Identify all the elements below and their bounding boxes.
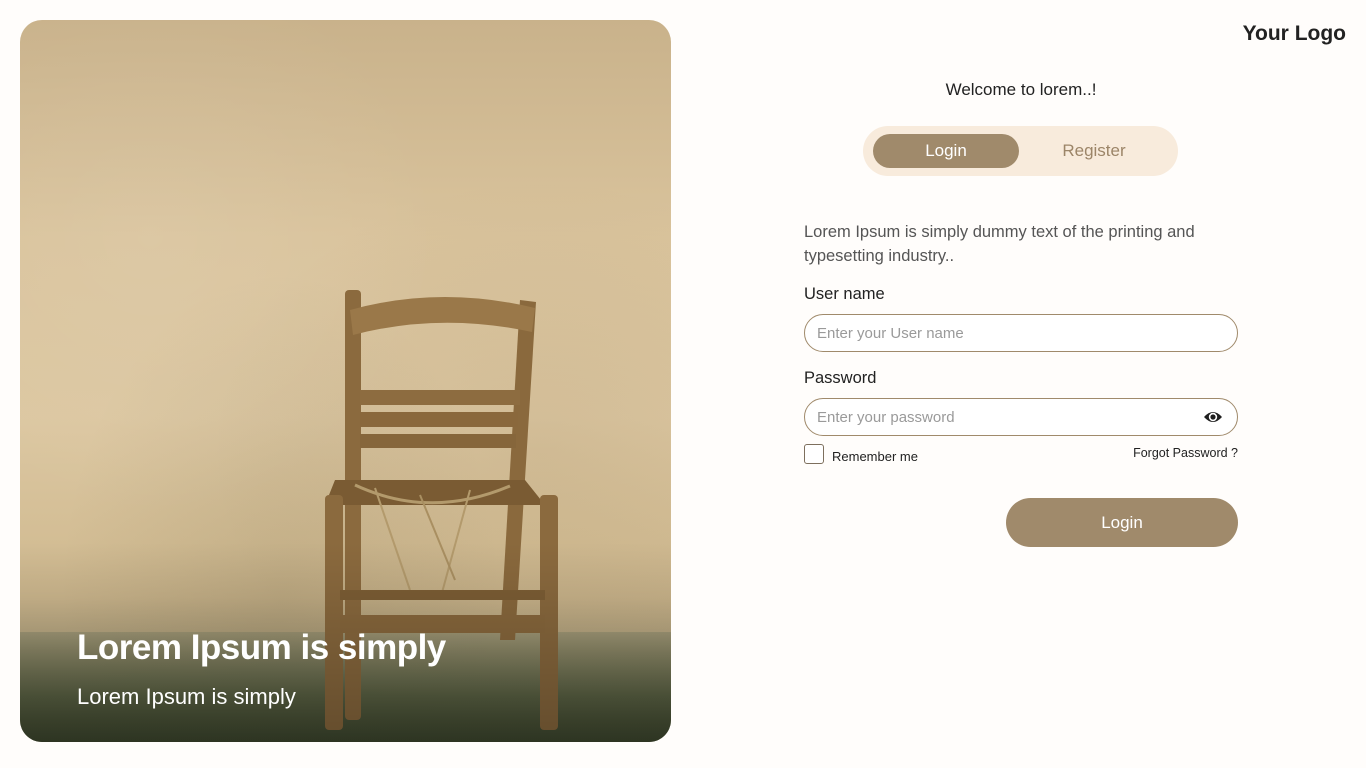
eye-icon[interactable] bbox=[1203, 409, 1223, 425]
hero-title: Lorem Ipsum is simply bbox=[77, 628, 446, 667]
tab-login[interactable]: Login bbox=[873, 134, 1019, 168]
remember-me: Remember me bbox=[804, 444, 918, 464]
hero-subtitle: Lorem Ipsum is simply bbox=[77, 684, 296, 709]
password-field-wrapper bbox=[804, 398, 1238, 436]
password-input[interactable] bbox=[805, 399, 1237, 435]
remember-me-label[interactable]: Remember me bbox=[832, 449, 918, 464]
forgot-password-link[interactable]: Forgot Password ? bbox=[1100, 446, 1238, 460]
auth-tab-switch: Login Register bbox=[863, 126, 1178, 176]
tab-register[interactable]: Register bbox=[1021, 134, 1167, 168]
username-label: User name bbox=[804, 285, 885, 303]
brand-logo[interactable]: Your Logo bbox=[1243, 22, 1346, 46]
remember-me-checkbox[interactable] bbox=[804, 444, 824, 464]
password-label: Password bbox=[804, 369, 877, 387]
username-input[interactable] bbox=[805, 315, 1237, 351]
welcome-heading: Welcome to lorem..! bbox=[945, 80, 1097, 99]
username-field-wrapper bbox=[804, 314, 1238, 352]
login-button[interactable]: Login bbox=[1006, 498, 1238, 547]
intro-text: Lorem Ipsum is simply dummy text of the … bbox=[804, 223, 1195, 265]
hero-image-panel: Lorem Ipsum is simply Lorem Ipsum is sim… bbox=[20, 20, 671, 742]
